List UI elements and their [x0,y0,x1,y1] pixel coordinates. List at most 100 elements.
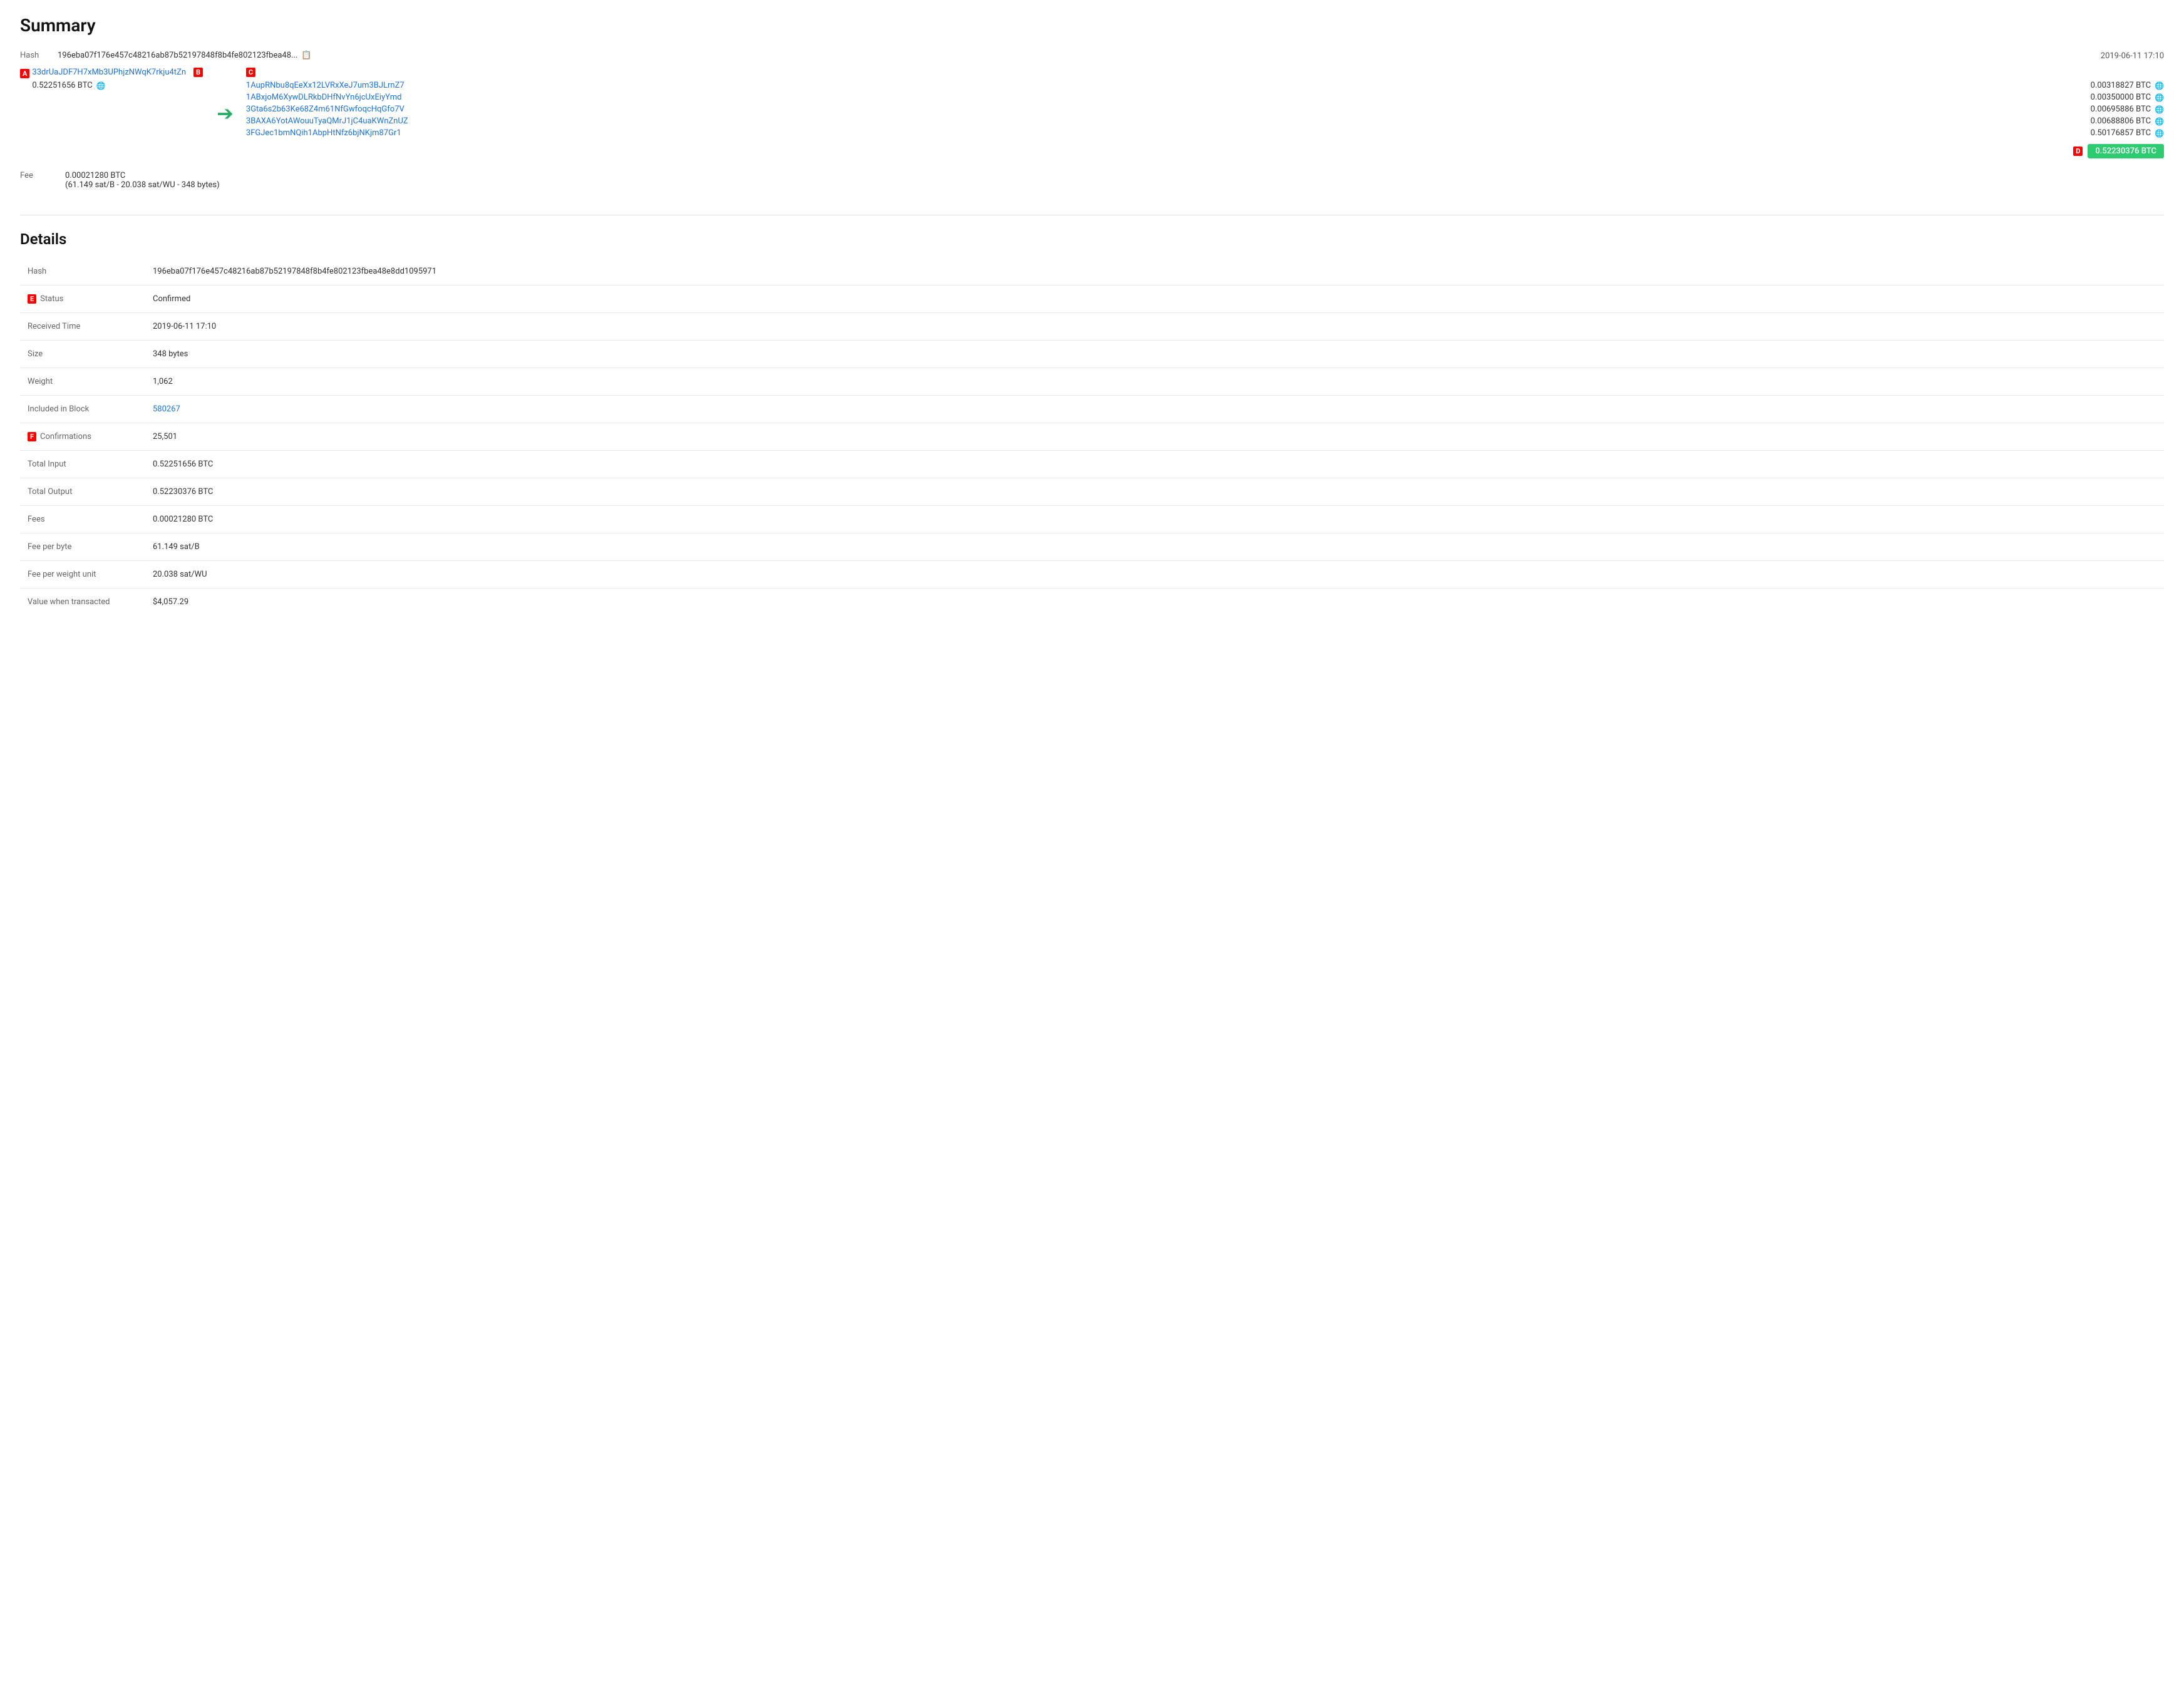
output-amount-0: 0.00318827 BTC [2091,81,2151,90]
details-label-text: Fee per byte [28,542,71,552]
fee-row: Fee 0.00021280 BTC (61.149 sat/B - 20.03… [20,171,2164,190]
summary-timestamp: 2019-06-11 17:10 [2076,51,2164,61]
details-row: Fees 0.00021280 BTC [20,506,2164,533]
details-label-text: Fee per weight unit [28,570,96,579]
details-label-text: Received Time [28,322,80,331]
details-row: Size 348 bytes [20,341,2164,368]
marker-b: B [193,68,203,77]
input-amount-value: 0.52251656 BTC [32,81,92,90]
details-label-text: Included in Block [28,404,89,414]
details-row-label: Received Time [20,313,145,341]
summary-hash-left: Hash 196eba07f176e457c48216ab87b52197848… [20,51,2076,65]
output-row-2: 3Gta6s2b63Ke68Z4m61NfGwfoqcHqGfo7V 0.006… [246,105,2164,114]
details-row-value: 0.52230376 BTC [145,478,2164,506]
details-label-text: Status [40,294,63,304]
details-label-text: Weight [28,377,53,386]
arrow-right-icon: ➔ [217,101,234,125]
marker-e: E [28,294,36,304]
details-row-value: 196eba07f176e457c48216ab87b52197848f8b4f… [145,258,2164,286]
output-address-3[interactable]: 3BAXA6YotAWouuTyaQMrJ1jC4uaKWnZnUZ [246,116,408,126]
details-row: E Status Confirmed [20,286,2164,313]
output-amount-right-3: 0.00688806 BTC 🌐 [2091,116,2164,126]
details-label-text: Total Input [28,460,66,469]
marker-c: C [246,68,255,77]
timestamp-value: 2019-06-11 17:10 [2101,51,2164,61]
fee-label: Fee [20,171,58,180]
summary-hash-short: 196eba07f176e457c48216ab87b52197848f8b4f… [58,51,297,60]
fee-details: 0.00021280 BTC (61.149 sat/B - 20.038 sa… [65,171,220,190]
output-amount-right-4: 0.50176857 BTC 🌐 [2091,128,2164,138]
copy-icon[interactable]: 📋 [301,51,311,60]
details-row-label: Total Input [20,451,145,478]
details-row: Weight 1,062 [20,368,2164,396]
details-row: FConfirmations25,501 [20,423,2164,451]
output-address-1[interactable]: 1ABxjoM6XywDLRkbDHfNvYn6jcUxEiyYmd [246,93,402,102]
details-row-label: Hash [20,258,145,286]
output-amount-4: 0.50176857 BTC [2091,128,2151,138]
fee-value: 0.00021280 BTC [65,171,220,180]
details-row-value: 1,062 [145,368,2164,396]
details-row-label: Value when transacted [20,589,145,616]
details-row-value: 0.00021280 BTC [145,506,2164,533]
details-table: Hash196eba07f176e457c48216ab87b52197848f… [20,258,2164,615]
output-row-0: 1AupRNbu8qEeXx12LVRxXeJ7um3BJLrnZ7 0.003… [246,81,2164,90]
output-amount-right-1: 0.00350000 BTC 🌐 [2091,93,2164,102]
details-section: Details Hash196eba07f176e457c48216ab87b5… [20,230,2164,615]
output-amount-right-2: 0.00695886 BTC 🌐 [2091,105,2164,114]
details-row-label: Total Output [20,478,145,506]
globe-icon-input[interactable]: 🌐 [96,81,106,90]
details-row: Included in Block 580267 [20,396,2164,423]
summary-title: Summary [20,15,2164,36]
output-address-0[interactable]: 1AupRNbu8qEeXx12LVRxXeJ7um3BJLrnZ7 [246,81,404,90]
details-row-label: Fee per byte [20,533,145,561]
globe-icon-0[interactable]: 🌐 [2155,81,2164,90]
total-output-badge: 0.52230376 BTC [2088,144,2164,158]
block-link[interactable]: 580267 [153,404,180,414]
globe-icon-2[interactable]: 🌐 [2155,105,2164,114]
details-label-text: Confirmations [40,432,91,441]
marker-f: F [28,432,36,441]
output-amount-right-0: 0.00318827 BTC 🌐 [2091,81,2164,90]
fee-detail-text: (61.149 sat/B - 20.038 sat/WU - 348 byte… [65,180,220,190]
tx-flow-row: A 33drUaJDF7H7xMb3UPhjzNWqK7rkju4tZn B 0… [20,68,2164,158]
details-row-value: 348 bytes [145,341,2164,368]
total-output-row: D 0.52230376 BTC [246,144,2164,158]
details-row-label: Size [20,341,145,368]
details-label-text: Size [28,349,43,359]
details-row: Fee per weight unit20.038 sat/WU [20,561,2164,589]
marker-a: A [20,69,29,78]
marker-d: D [2073,147,2083,156]
globe-icon-3[interactable]: 🌐 [2155,117,2164,126]
details-row-label: F Confirmations [20,423,145,451]
details-row: Received Time 2019-06-11 17:10 [20,313,2164,341]
globe-icon-1[interactable]: 🌐 [2155,93,2164,102]
output-row-1: 1ABxjoM6XywDLRkbDHfNvYn6jcUxEiyYmd 0.003… [246,93,2164,102]
details-row-value: 61.149 sat/B [145,533,2164,561]
details-row-label: Fees [20,506,145,533]
details-row: Total Output0.52230376 BTC [20,478,2164,506]
details-row: Value when transacted$4,057.29 [20,589,2164,616]
hash-label: Hash [20,51,58,60]
details-row-value: 580267 [145,396,2164,423]
tx-input-section: 33drUaJDF7H7xMb3UPhjzNWqK7rkju4tZn B 0.5… [32,68,204,90]
output-amount-2: 0.00695886 BTC [2091,105,2151,114]
output-row-3: 3BAXA6YotAWouuTyaQMrJ1jC4uaKWnZnUZ 0.006… [246,116,2164,126]
summary-hash-timestamp-row: Hash 196eba07f176e457c48216ab87b52197848… [20,51,2164,65]
output-address-2[interactable]: 3Gta6s2b63Ke68Z4m61NfGwfoqcHqGfo7V [246,105,404,114]
output-address-4[interactable]: 3FGJec1bmNQih1AbpHtNfz6bjNKjm87Gr1 [246,128,401,138]
input-address-link[interactable]: 33drUaJDF7H7xMb3UPhjzNWqK7rkju4tZn [32,68,186,77]
details-row-value: $4,057.29 [145,589,2164,616]
details-row-value: Confirmed [145,286,2164,313]
details-title: Details [20,230,2164,248]
details-row: Fee per byte 61.149 sat/B [20,533,2164,561]
output-amount-1: 0.00350000 BTC [2091,93,2151,102]
details-row-label: E Status [20,286,145,313]
details-row-label: Included in Block [20,396,145,423]
details-row: Hash196eba07f176e457c48216ab87b52197848f… [20,258,2164,286]
details-label-text: Fees [28,515,45,524]
globe-icon-4[interactable]: 🌐 [2155,129,2164,138]
summary-section: Summary Hash 196eba07f176e457c48216ab87b… [20,15,2164,190]
input-amount: 0.52251656 BTC 🌐 [32,81,204,90]
details-row-value: 2019-06-11 17:10 [145,313,2164,341]
output-row-4: 3FGJec1bmNQih1AbpHtNfz6bjNKjm87Gr1 0.501… [246,128,2164,138]
